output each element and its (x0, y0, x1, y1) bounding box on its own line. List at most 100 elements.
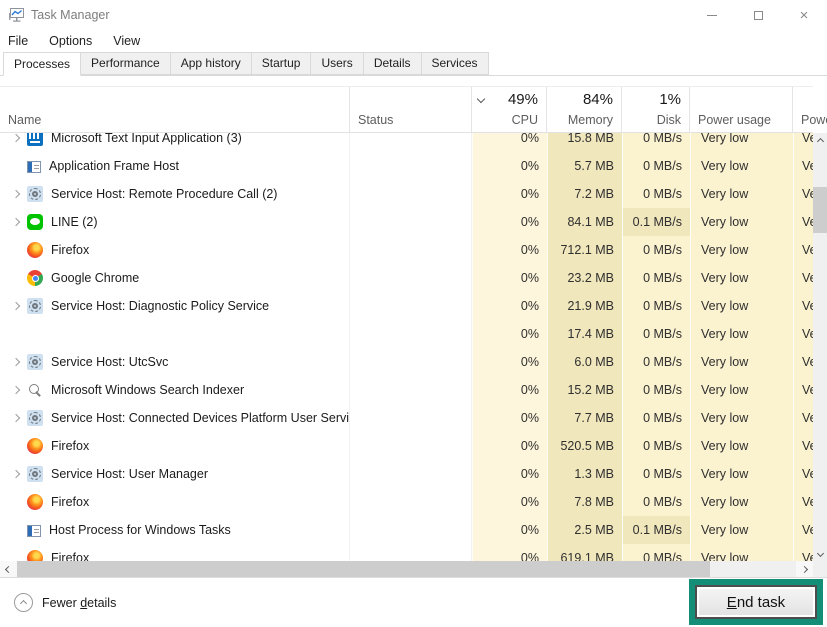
column-header-power-usage-trend[interactable]: Powe (793, 87, 813, 132)
table-row[interactable]: Service Host: Connected Devices Platform… (0, 404, 813, 432)
table-row[interactable]: Microsoft Windows Search Indexer 0% 15.2… (0, 376, 813, 404)
disk-cell: 0 MB/s (622, 488, 690, 516)
scroll-right-button[interactable] (796, 561, 813, 577)
tab-performance[interactable]: Performance (80, 52, 171, 75)
column-header-memory[interactable]: 84% Memory (547, 87, 622, 132)
close-icon: × (800, 8, 809, 23)
menu-bar: File Options View (0, 30, 827, 51)
table-row[interactable]: Service Host: User Manager 0% 1.3 MB 0 M… (0, 460, 813, 488)
expand-chevron-icon[interactable] (12, 218, 20, 226)
scroll-up-button[interactable] (813, 133, 827, 149)
keyboard-icon (27, 133, 43, 146)
table-row[interactable]: Firefox 0% 520.5 MB 0 MB/s Very low Ve (0, 432, 813, 460)
cpu-cell: 0% (472, 152, 547, 180)
table-row[interactable]: Firefox 0% 7.8 MB 0 MB/s Very low Ve (0, 488, 813, 516)
vertical-scrollbar-thumb[interactable] (813, 187, 827, 233)
process-name-cell: Application Frame Host (0, 152, 350, 180)
table-row[interactable]: Service Host: Diagnostic Policy Service … (0, 292, 813, 320)
tab-processes[interactable]: Processes (3, 52, 81, 76)
power-trend-cell: Ve (793, 152, 813, 180)
expand-chevron-icon[interactable] (12, 134, 20, 142)
horizontal-scrollbar-thumb[interactable] (17, 561, 710, 577)
status-cell (350, 208, 472, 236)
sort-chevron-down-icon (477, 95, 485, 103)
process-name: Firefox (51, 243, 89, 257)
cpu-cell: 0% (472, 404, 547, 432)
end-task-button[interactable]: End task (695, 585, 817, 619)
menu-file[interactable]: File (8, 34, 28, 48)
process-name-cell: Service Host: Diagnostic Policy Service (0, 292, 350, 320)
power-trend-cell: Ve (793, 432, 813, 460)
process-name-cell: Service Host: Remote Procedure Call (2) (0, 180, 350, 208)
memory-cell: 84.1 MB (547, 208, 622, 236)
search-icon (27, 382, 43, 398)
gear-icon (27, 354, 43, 370)
tab-services[interactable]: Services (421, 52, 489, 75)
table-row[interactable]: Application Frame Host 0% 5.7 MB 0 MB/s … (0, 152, 813, 180)
column-header-status[interactable]: Status (350, 87, 472, 132)
status-header-label: Status (358, 113, 393, 127)
expand-chevron-icon[interactable] (12, 386, 20, 394)
cpu-cell: 0% (472, 376, 547, 404)
vertical-scrollbar[interactable] (813, 133, 827, 561)
process-name: Service Host: Diagnostic Policy Service (51, 299, 269, 313)
process-name-cell: Firefox (0, 488, 350, 516)
process-name: Firefox (51, 439, 89, 453)
expand-chevron-icon[interactable] (12, 470, 20, 478)
table-row[interactable]: Host Process for Windows Tasks 0% 2.5 MB… (0, 516, 813, 544)
menu-options[interactable]: Options (49, 34, 92, 48)
close-button[interactable]: × (781, 0, 827, 30)
memory-cell: 5.7 MB (547, 152, 622, 180)
scroll-left-button[interactable] (0, 561, 17, 577)
fewer-details-button[interactable]: Fewer details (14, 593, 116, 612)
column-header-power-usage[interactable]: Power usage (690, 87, 793, 132)
power-usage-cell: Very low (690, 376, 793, 404)
expand-chevron-icon[interactable] (12, 302, 20, 310)
table-row[interactable]: 0% 17.4 MB 0 MB/s Very low Ve (0, 320, 813, 348)
status-cell (350, 264, 472, 292)
power-trend-cell: Ve (793, 264, 813, 292)
disk-cell: 0 MB/s (622, 404, 690, 432)
disk-cell: 0 MB/s (622, 152, 690, 180)
tab-startup[interactable]: Startup (251, 52, 312, 75)
process-name-cell: Firefox (0, 236, 350, 264)
table-row[interactable]: Microsoft Text Input Application (3) 0% … (0, 133, 813, 152)
horizontal-scrollbar-track[interactable] (710, 561, 796, 577)
power-usage-cell: Very low (690, 320, 793, 348)
memory-cell: 21.9 MB (547, 292, 622, 320)
task-manager-icon (8, 7, 25, 23)
expand-chevron-icon[interactable] (12, 358, 20, 366)
process-list: Microsoft Text Input Application (3) 0% … (0, 133, 813, 561)
column-header-disk[interactable]: 1% Disk (622, 87, 690, 132)
cpu-cell: 0% (472, 236, 547, 264)
tab-users[interactable]: Users (310, 52, 363, 75)
disk-cell: 0 MB/s (622, 348, 690, 376)
process-name: Service Host: Connected Devices Platform… (51, 411, 349, 425)
gear-icon (27, 410, 43, 426)
tab-app-history[interactable]: App history (170, 52, 252, 75)
table-row[interactable]: Firefox 0% 619.1 MB 0 MB/s Very low Ve (0, 544, 813, 561)
minimize-icon (707, 15, 717, 16)
column-header-name[interactable]: Name (0, 87, 350, 132)
table-row[interactable]: Firefox 0% 712.1 MB 0 MB/s Very low Ve (0, 236, 813, 264)
chevron-down-icon (816, 549, 823, 556)
table-row[interactable]: Service Host: Remote Procedure Call (2) … (0, 180, 813, 208)
maximize-button[interactable] (735, 0, 781, 30)
menu-view[interactable]: View (113, 34, 140, 48)
power-trend-cell: Ve (793, 208, 813, 236)
horizontal-scrollbar[interactable] (0, 561, 813, 577)
tab-details[interactable]: Details (363, 52, 422, 75)
table-row[interactable]: Google Chrome 0% 23.2 MB 0 MB/s Very low… (0, 264, 813, 292)
table-row[interactable]: LINE (2) 0% 84.1 MB 0.1 MB/s Very low Ve (0, 208, 813, 236)
memory-cell: 712.1 MB (547, 236, 622, 264)
minimize-button[interactable] (689, 0, 735, 30)
scroll-down-button[interactable] (813, 545, 827, 561)
status-cell (350, 404, 472, 432)
column-header-cpu[interactable]: 49% CPU (472, 87, 547, 132)
power-usage-cell: Very low (690, 544, 793, 561)
expand-chevron-icon[interactable] (12, 190, 20, 198)
table-row[interactable]: Service Host: UtcSvc 0% 6.0 MB 0 MB/s Ve… (0, 348, 813, 376)
expand-chevron-icon[interactable] (12, 414, 20, 422)
process-name-cell: Service Host: Connected Devices Platform… (0, 404, 350, 432)
memory-cell: 23.2 MB (547, 264, 622, 292)
